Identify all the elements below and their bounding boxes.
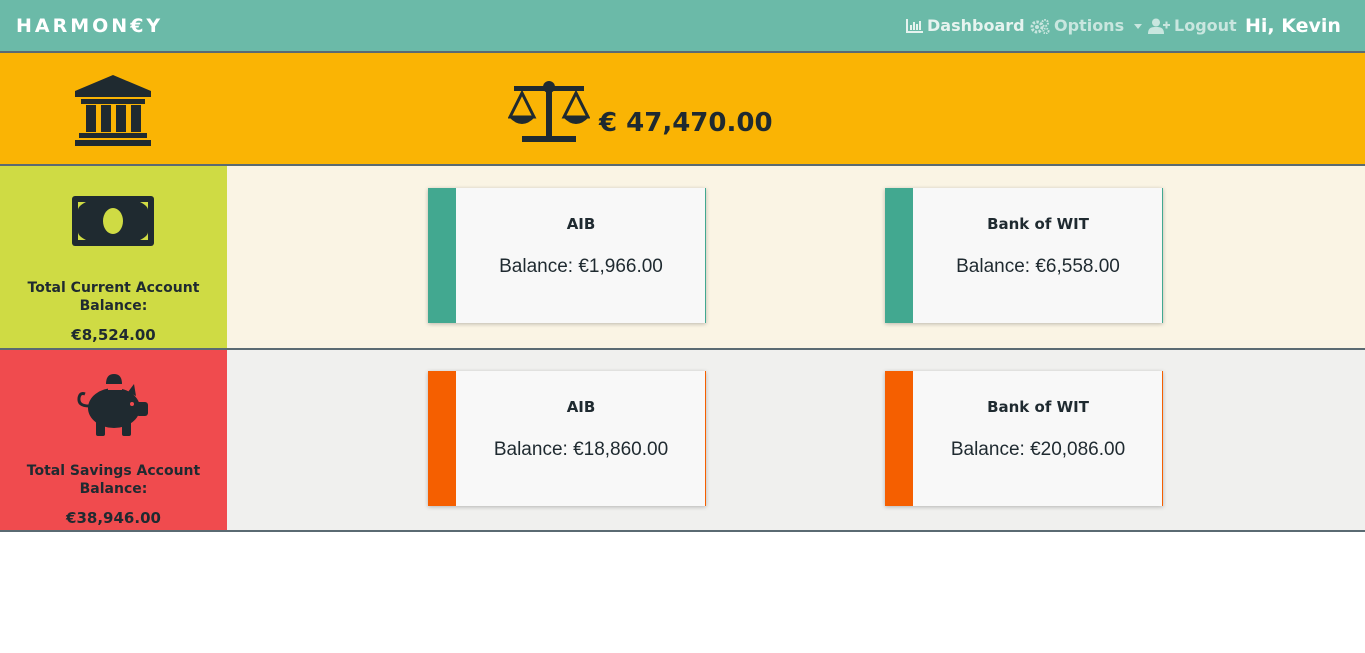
- brand-logo[interactable]: HARMON€Y: [16, 15, 163, 37]
- savings-accounts-summary: Total Savings Account Balance: €38,946.0…: [0, 350, 227, 530]
- account-balance: Balance: €20,086.00: [950, 439, 1126, 460]
- current-total-label: Total Current Account Balance:: [27, 280, 200, 314]
- card-accent: [428, 188, 456, 323]
- account-balance: Balance: €6,558.00: [956, 256, 1120, 277]
- card-accent: [428, 371, 456, 506]
- navbar: HARMON€Y Dashboard Options Logout Hi, Ke…: [0, 0, 1365, 53]
- savings-total-value: €38,946.00: [66, 509, 161, 527]
- card-accent: [885, 188, 913, 323]
- account-name: Bank of WIT: [987, 398, 1089, 416]
- user-greeting: Hi, Kevin: [1245, 15, 1341, 37]
- piggy-bank-icon: [76, 372, 150, 442]
- total-balance-amount: € 47,470.00: [599, 108, 773, 138]
- account-balance: Balance: €1,966.00: [499, 256, 663, 277]
- savings-accounts-section: Total Savings Account Balance: €38,946.0…: [0, 350, 1365, 532]
- nav-options-label: Options: [1054, 16, 1125, 35]
- account-card[interactable]: Bank of WIT Balance: €20,086.00: [885, 371, 1163, 506]
- banknote-icon: [72, 196, 154, 250]
- account-name: Bank of WIT: [987, 215, 1089, 233]
- card-accent: [885, 371, 913, 506]
- account-card[interactable]: AIB Balance: €18,860.00: [428, 371, 706, 506]
- gears-icon: [1030, 18, 1050, 34]
- total-balance-banner: € 47,470.00: [0, 53, 1365, 166]
- bar-chart-icon: [906, 18, 923, 33]
- savings-total-label: Total Savings Account Balance:: [26, 463, 201, 497]
- bank-icon: [75, 75, 151, 151]
- nav-options[interactable]: Options: [1030, 16, 1143, 35]
- current-accounts-summary: Total Current Account Balance: €8,524.00: [0, 166, 227, 348]
- nav-logout[interactable]: Logout: [1148, 16, 1237, 35]
- account-balance: Balance: €18,860.00: [493, 439, 669, 460]
- account-name: AIB: [566, 215, 596, 233]
- balance-scale-icon: [507, 81, 591, 147]
- caret-down-icon: [1134, 24, 1143, 29]
- account-card[interactable]: Bank of WIT Balance: €6,558.00: [885, 188, 1163, 323]
- current-total-value: €8,524.00: [71, 326, 156, 344]
- nav-dashboard-label: Dashboard: [927, 16, 1025, 35]
- account-card[interactable]: AIB Balance: €1,966.00: [428, 188, 706, 323]
- nav-dashboard[interactable]: Dashboard: [906, 16, 1025, 35]
- user-plus-icon: [1148, 18, 1170, 34]
- nav-logout-label: Logout: [1174, 16, 1237, 35]
- account-name: AIB: [566, 398, 596, 416]
- current-accounts-section: Total Current Account Balance: €8,524.00…: [0, 166, 1365, 350]
